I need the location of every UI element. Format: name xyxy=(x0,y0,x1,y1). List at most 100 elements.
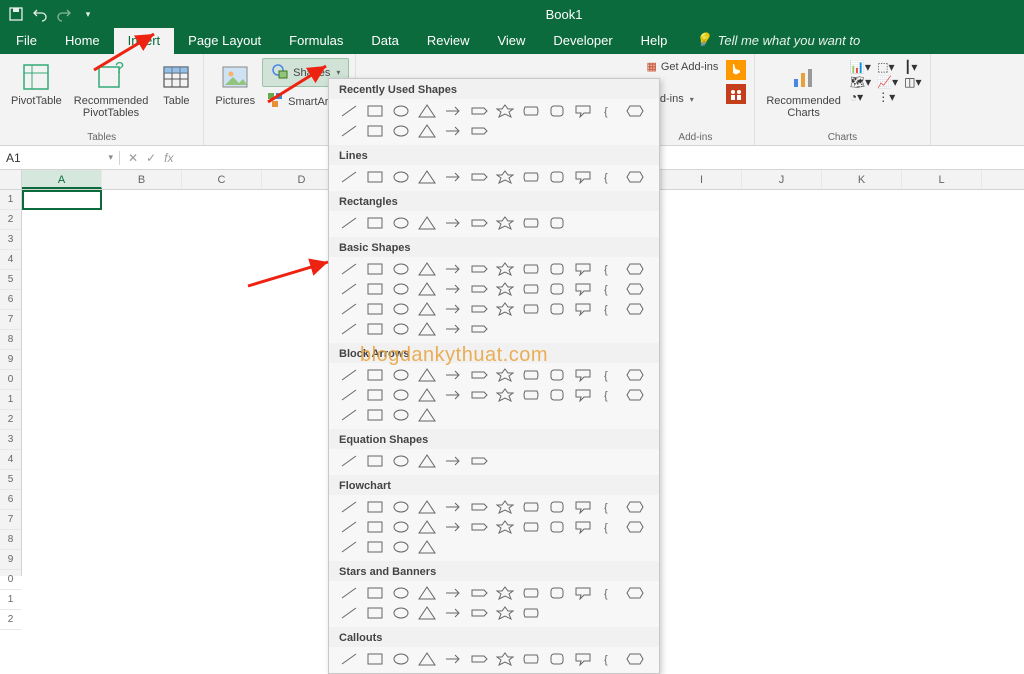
shape-option[interactable] xyxy=(363,300,387,318)
redo-icon[interactable] xyxy=(56,6,72,22)
shape-option[interactable] xyxy=(441,300,465,318)
shape-option[interactable] xyxy=(389,604,413,622)
row-header[interactable]: 8 xyxy=(0,530,21,550)
shape-option[interactable] xyxy=(545,214,569,232)
shape-option[interactable] xyxy=(467,604,491,622)
shape-option[interactable] xyxy=(519,102,543,120)
shape-option[interactable] xyxy=(389,280,413,298)
shape-option[interactable]: { xyxy=(597,280,621,298)
shape-option[interactable]: { xyxy=(597,300,621,318)
row-header[interactable]: 7 xyxy=(0,510,21,530)
shape-option[interactable] xyxy=(441,518,465,536)
row-header[interactable]: 4 xyxy=(0,250,21,270)
save-icon[interactable] xyxy=(8,6,24,22)
shape-option[interactable] xyxy=(571,584,595,602)
shape-option[interactable] xyxy=(467,300,491,318)
row-header[interactable]: 6 xyxy=(0,290,21,310)
pivottable-button[interactable]: PivotTable xyxy=(6,58,67,110)
people-graph-icon[interactable] xyxy=(726,84,746,107)
shape-option[interactable] xyxy=(337,260,361,278)
shape-option[interactable] xyxy=(623,366,647,384)
shape-option[interactable] xyxy=(415,518,439,536)
shape-option[interactable] xyxy=(623,300,647,318)
shape-option[interactable] xyxy=(623,260,647,278)
row-header[interactable]: 1 xyxy=(0,590,21,610)
cancel-icon[interactable]: ✕ xyxy=(128,151,138,165)
shape-option[interactable] xyxy=(571,260,595,278)
recommended-charts-button[interactable]: Recommended Charts xyxy=(761,58,846,122)
shape-option[interactable] xyxy=(363,538,387,556)
shape-option[interactable] xyxy=(441,452,465,470)
shape-option[interactable] xyxy=(623,650,647,668)
shape-option[interactable] xyxy=(337,168,361,186)
shape-option[interactable] xyxy=(415,386,439,404)
shape-option[interactable] xyxy=(519,386,543,404)
row-header[interactable]: 2 xyxy=(0,410,21,430)
shape-option[interactable] xyxy=(363,168,387,186)
enter-icon[interactable]: ✓ xyxy=(146,151,156,165)
shape-option[interactable] xyxy=(571,280,595,298)
row-header[interactable]: 6 xyxy=(0,490,21,510)
shape-option[interactable] xyxy=(519,366,543,384)
shape-option[interactable] xyxy=(337,320,361,338)
shape-option[interactable] xyxy=(467,650,491,668)
shape-option[interactable]: { xyxy=(597,366,621,384)
col-header[interactable]: C xyxy=(182,170,262,189)
shape-option[interactable] xyxy=(493,260,517,278)
shape-option[interactable] xyxy=(389,320,413,338)
shape-option[interactable] xyxy=(441,280,465,298)
shape-option[interactable] xyxy=(493,498,517,516)
shape-option[interactable]: { xyxy=(597,102,621,120)
column-chart-icon[interactable]: 📊▾ xyxy=(850,60,871,74)
shape-option[interactable] xyxy=(493,214,517,232)
shape-option[interactable] xyxy=(441,320,465,338)
shape-option[interactable] xyxy=(363,320,387,338)
tab-file[interactable]: File xyxy=(2,28,51,54)
shape-option[interactable] xyxy=(415,320,439,338)
shape-option[interactable] xyxy=(545,300,569,318)
bing-icon[interactable] xyxy=(726,60,746,83)
shape-option[interactable] xyxy=(415,452,439,470)
shape-option[interactable] xyxy=(467,260,491,278)
shape-option[interactable] xyxy=(467,584,491,602)
shape-option[interactable] xyxy=(363,386,387,404)
shape-option[interactable] xyxy=(623,498,647,516)
shape-option[interactable] xyxy=(363,122,387,140)
shape-option[interactable] xyxy=(571,300,595,318)
shape-option[interactable] xyxy=(441,214,465,232)
shape-option[interactable] xyxy=(337,650,361,668)
tab-page-layout[interactable]: Page Layout xyxy=(174,28,275,54)
shape-option[interactable] xyxy=(441,584,465,602)
tab-help[interactable]: Help xyxy=(627,28,682,54)
shape-option[interactable] xyxy=(545,168,569,186)
row-header[interactable]: 0 xyxy=(0,370,21,390)
shape-option[interactable] xyxy=(441,650,465,668)
shape-option[interactable] xyxy=(337,280,361,298)
shape-option[interactable] xyxy=(571,168,595,186)
shape-option[interactable] xyxy=(571,386,595,404)
shape-option[interactable] xyxy=(623,584,647,602)
qat-customize-icon[interactable]: ▾ xyxy=(80,6,96,22)
shape-option[interactable] xyxy=(467,518,491,536)
name-box[interactable]: A1 ▾ xyxy=(0,151,120,165)
shape-option[interactable] xyxy=(337,538,361,556)
shape-option[interactable] xyxy=(337,102,361,120)
shape-option[interactable] xyxy=(363,604,387,622)
shape-option[interactable] xyxy=(415,584,439,602)
shape-option[interactable] xyxy=(415,300,439,318)
shape-option[interactable]: { xyxy=(597,260,621,278)
shape-option[interactable] xyxy=(545,102,569,120)
shape-option[interactable]: { xyxy=(597,498,621,516)
shape-option[interactable] xyxy=(389,518,413,536)
shape-option[interactable] xyxy=(389,260,413,278)
hierarchy-chart-icon[interactable]: ⬚▾ xyxy=(877,60,898,74)
shape-option[interactable] xyxy=(363,584,387,602)
scatter-chart-icon[interactable]: ⋮▾ xyxy=(877,90,898,104)
shape-option[interactable] xyxy=(545,386,569,404)
col-header[interactable]: L xyxy=(902,170,982,189)
shape-option[interactable] xyxy=(337,300,361,318)
shape-option[interactable]: { xyxy=(597,650,621,668)
shape-option[interactable]: { xyxy=(597,386,621,404)
shape-option[interactable] xyxy=(441,498,465,516)
shape-option[interactable] xyxy=(467,320,491,338)
